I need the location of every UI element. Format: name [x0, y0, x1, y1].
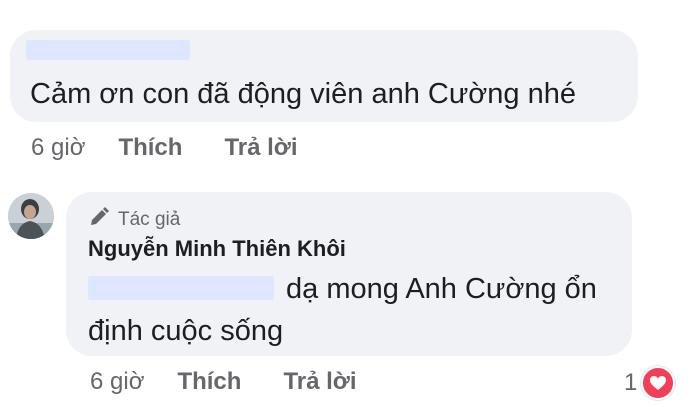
avatar[interactable]: [8, 193, 54, 239]
reply-button[interactable]: Trả lời: [283, 368, 356, 396]
reply-actions: 6 giờ Thích Trả lời: [90, 368, 357, 396]
comment-timestamp: 6 giờ: [31, 134, 86, 161]
author-badge-label: Tác giả: [118, 209, 181, 230]
like-button[interactable]: Thích: [177, 368, 241, 396]
reaction-count: 1: [624, 369, 638, 396]
comment-text: Cảm ơn con đã động viên anh Cường nhé: [30, 78, 576, 110]
reply-button[interactable]: Trả lời: [224, 134, 297, 162]
reply-text-line1: dạ mong Anh Cường ổn: [286, 273, 597, 305]
author-badge: Tác giả: [88, 206, 180, 234]
heart-icon: [641, 366, 676, 400]
redacted-author-name: [26, 40, 190, 60]
pencil-icon: [88, 206, 110, 234]
reply-timestamp: 6 giờ: [90, 368, 145, 395]
reaction-summary[interactable]: 1: [624, 366, 676, 400]
comment-actions: 6 giờ Thích Trả lời: [31, 134, 298, 162]
reply-text-line2: định cuộc sống: [88, 315, 284, 347]
like-button[interactable]: Thích: [118, 134, 182, 162]
author-name[interactable]: Nguyễn Minh Thiên Khôi: [88, 236, 346, 262]
redacted-mention: [88, 276, 274, 300]
